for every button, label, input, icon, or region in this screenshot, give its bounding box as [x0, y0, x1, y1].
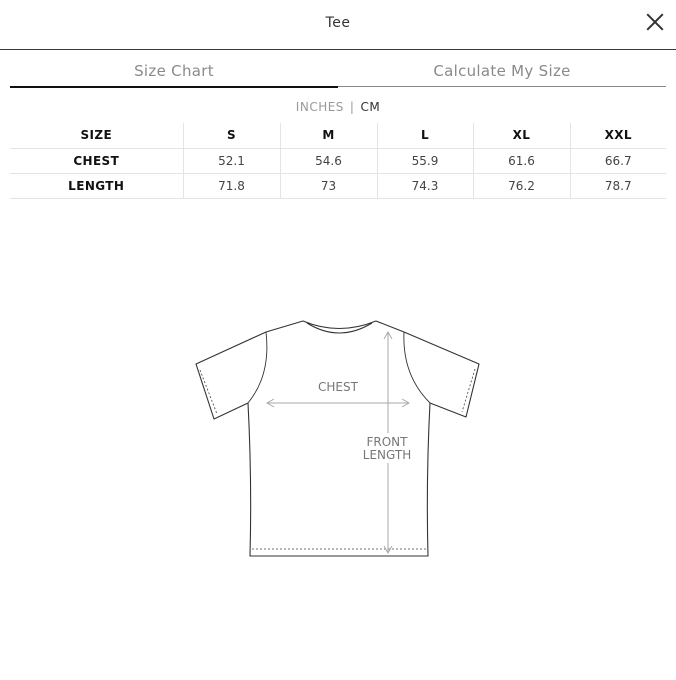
row-header-length: LENGTH — [10, 173, 184, 199]
table-cell: 73 — [280, 173, 378, 199]
column-header-size: SIZE — [10, 123, 184, 149]
unit-cm-option[interactable]: CM — [360, 100, 380, 114]
column-header-l: L — [377, 123, 474, 149]
table-cell: 52.1 — [183, 148, 281, 174]
front-length-label-line2: LENGTH — [362, 448, 412, 462]
table-cell: 76.2 — [473, 173, 571, 199]
table-cell: 74.3 — [377, 173, 474, 199]
table-header-row: SIZE S M L XL XXL — [10, 123, 666, 149]
unit-toggle: INCHES | CM — [0, 100, 676, 114]
unit-separator: | — [349, 100, 355, 114]
table-cell: 54.6 — [280, 148, 378, 174]
table-cell: 55.9 — [377, 148, 474, 174]
modal-header: Tee — [0, 0, 676, 50]
column-header-xxl: XXL — [570, 123, 666, 149]
table-cell: 66.7 — [570, 148, 666, 174]
close-icon[interactable] — [644, 11, 666, 33]
table-cell: 71.8 — [183, 173, 281, 199]
tab-bar: Size Chart Calculate My Size — [10, 58, 666, 88]
tab-size-chart[interactable]: Size Chart — [10, 58, 338, 88]
row-header-chest: CHEST — [10, 148, 184, 174]
chest-measure-label: CHEST — [318, 380, 358, 394]
tshirt-diagram-icon — [195, 320, 480, 557]
table-cell: 78.7 — [570, 173, 666, 199]
table-cell: 61.6 — [473, 148, 571, 174]
tab-calculate-my-size[interactable]: Calculate My Size — [338, 58, 666, 87]
front-length-measure-label: FRONT LENGTH — [357, 436, 417, 462]
product-title: Tee — [325, 15, 351, 31]
table-row: CHEST 52.1 54.6 55.9 61.6 66.7 — [10, 148, 666, 174]
column-header-m: M — [280, 123, 378, 149]
column-header-s: S — [183, 123, 281, 149]
column-header-xl: XL — [473, 123, 571, 149]
size-chart-table: SIZE S M L XL XXL CHEST 52.1 54.6 55.9 6… — [10, 123, 666, 199]
table-row: LENGTH 71.8 73 74.3 76.2 78.7 — [10, 173, 666, 199]
unit-inches-option[interactable]: INCHES — [296, 100, 344, 114]
